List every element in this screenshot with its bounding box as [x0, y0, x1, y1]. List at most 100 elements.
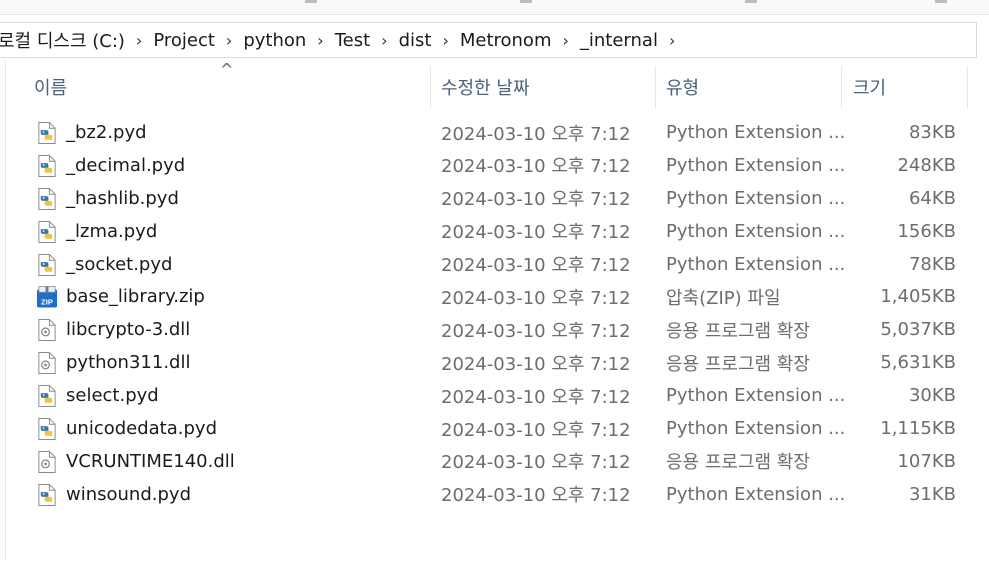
column-divider[interactable] [841, 66, 842, 108]
file-name: _decimal.pyd [66, 154, 186, 176]
file-modified-date: 2024-03-10 오후 7:12 [441, 386, 631, 408]
breadcrumb-item-dist[interactable]: dist [395, 30, 436, 51]
file-row[interactable]: unicodedata.pyd 2024-03-10 오후 7:12 Python … [0, 412, 989, 445]
dll-file-icon [38, 450, 56, 474]
file-row[interactable]: _lzma.pyd 2024-03-10 오후 7:12 Python Extens… [0, 215, 989, 248]
file-modified-date: 2024-03-10 오후 7:12 [441, 189, 631, 211]
file-row[interactable]: libcrypto-3.dll 2024-03-10 오후 7:12 응용 프로그램… [0, 313, 989, 346]
ribbon-fragment [935, 0, 947, 3]
file-row[interactable]: _decimal.pyd 2024-03-10 오후 7:12 Python Ext… [0, 149, 989, 182]
ribbon-strip [0, 0, 989, 15]
file-size: 1,405KB [880, 286, 956, 308]
column-header-type[interactable]: 유형 [666, 68, 699, 106]
ribbon-fragment [520, 0, 532, 3]
file-name: select.pyd [66, 385, 159, 407]
file-row[interactable]: winsound.pyd 2024-03-10 오후 7:12 Python Ext… [0, 478, 989, 511]
file-type: 응용 프로그램 확장 [666, 320, 810, 342]
file-name: unicodedata.pyd [66, 418, 217, 440]
file-type: Python Extension ... [666, 220, 846, 242]
address-bar[interactable]: 로컬 디스크 (C:) › Project › python › Test › … [0, 22, 977, 58]
breadcrumb-item-project[interactable]: Project [149, 30, 219, 51]
chevron-right-icon[interactable]: › [435, 31, 455, 50]
file-row[interactable]: select.pyd 2024-03-10 오후 7:12 Python Exten… [0, 379, 989, 412]
file-modified-date: 2024-03-10 오후 7:12 [441, 287, 631, 309]
file-name: _socket.pyd [66, 253, 173, 275]
file-type: Python Extension ... [666, 122, 846, 143]
file-size: 5,037KB [880, 319, 956, 341]
file-modified-date: 2024-03-10 오후 7:12 [441, 156, 631, 178]
file-row[interactable]: _socket.pyd 2024-03-10 오후 7:12 Python Exte… [0, 248, 989, 281]
file-modified-date: 2024-03-10 오후 7:12 [441, 485, 631, 507]
breadcrumb-item-python[interactable]: python [239, 30, 310, 51]
file-name: libcrypto-3.dll [66, 319, 191, 341]
file-size: 1,115KB [880, 418, 956, 440]
file-list: _bz2.pyd 2024-03-10 오후 7:12 Python Extensi… [0, 116, 989, 511]
breadcrumb-item-test[interactable]: Test [331, 30, 374, 51]
ribbon-fragment [305, 0, 317, 3]
file-name: _hashlib.pyd [66, 187, 179, 209]
python-file-icon [38, 253, 56, 276]
file-name: winsound.pyd [66, 483, 191, 505]
python-file-icon [38, 220, 56, 243]
file-type: 응용 프로그램 확장 [666, 353, 810, 375]
column-header-size[interactable]: 크기 [853, 68, 886, 106]
python-file-icon [38, 385, 56, 408]
file-type: Python Extension ... [666, 418, 846, 440]
file-size: 30KB [908, 385, 956, 407]
file-size: 107KB [897, 450, 956, 472]
breadcrumb: 로컬 디스크 (C:) › Project › python › Test › … [0, 23, 682, 57]
breadcrumb-item-internal[interactable]: _internal [576, 30, 662, 51]
file-type: Python Extension ... [666, 154, 846, 176]
file-name: base_library.zip [66, 286, 205, 308]
file-type: 압축(ZIP) 파일 [666, 287, 781, 309]
breadcrumb-item-metronom[interactable]: Metronom [456, 30, 556, 51]
file-size: 83KB [908, 122, 956, 143]
file-type: Python Extension ... [666, 187, 846, 209]
file-name: _lzma.pyd [66, 220, 158, 242]
ribbon-fragment [745, 0, 757, 3]
file-modified-date: 2024-03-10 오후 7:12 [441, 353, 631, 375]
python-file-icon [38, 154, 56, 177]
file-row[interactable]: _bz2.pyd 2024-03-10 오후 7:12 Python Extensi… [0, 116, 989, 149]
file-row[interactable]: VCRUNTIME140.dll 2024-03-10 오후 7:12 응용 프로그… [0, 445, 989, 478]
file-modified-date: 2024-03-10 오후 7:12 [441, 452, 631, 474]
chevron-right-icon[interactable]: › [219, 31, 239, 50]
column-divider[interactable] [967, 66, 968, 108]
python-file-icon [38, 418, 56, 441]
python-file-icon [38, 187, 56, 210]
file-modified-date: 2024-03-10 오후 7:12 [441, 123, 631, 145]
file-type: 응용 프로그램 확장 [666, 452, 810, 474]
dll-file-icon [38, 352, 56, 375]
file-size: 156KB [897, 220, 956, 242]
chevron-right-icon[interactable]: › [310, 31, 330, 50]
file-type: Python Extension ... [666, 385, 846, 407]
file-row[interactable]: base_library.zip 2024-03-10 오후 7:12 압축(ZIP… [0, 280, 989, 313]
column-header-name[interactable]: 이름 [34, 68, 67, 106]
python-file-icon [38, 122, 56, 145]
file-size: 5,631KB [880, 352, 956, 374]
file-size: 64KB [908, 187, 956, 209]
chevron-right-icon[interactable]: › [555, 31, 575, 50]
file-row[interactable]: _hashlib.pyd 2024-03-10 오후 7:12 Python Ext… [0, 182, 989, 215]
file-size: 78KB [908, 253, 956, 275]
chevron-right-icon[interactable]: › [129, 31, 149, 50]
chevron-right-icon[interactable]: › [374, 31, 394, 50]
file-name: python311.dll [66, 352, 191, 374]
chevron-right-icon[interactable]: › [662, 31, 682, 50]
column-divider[interactable] [655, 66, 656, 108]
file-modified-date: 2024-03-10 오후 7:12 [441, 255, 631, 277]
file-name: _bz2.pyd [66, 122, 147, 143]
file-row[interactable]: python311.dll 2024-03-10 오후 7:12 응용 프로그램 확… [0, 346, 989, 379]
file-modified-date: 2024-03-10 오후 7:12 [441, 320, 631, 342]
column-divider[interactable] [430, 66, 431, 108]
file-size: 31KB [908, 483, 956, 505]
file-modified-date: 2024-03-10 오후 7:12 [441, 222, 631, 244]
sort-ascending-icon: ^ [220, 60, 234, 79]
file-size: 248KB [897, 154, 956, 176]
file-name: VCRUNTIME140.dll [66, 450, 235, 472]
file-type: Python Extension ... [666, 253, 846, 275]
breadcrumb-item-drive[interactable]: 로컬 디스크 (C:) [0, 27, 129, 53]
python-file-icon [38, 483, 56, 506]
column-header-date[interactable]: 수정한 날짜 [441, 68, 530, 106]
dll-file-icon [38, 319, 56, 342]
